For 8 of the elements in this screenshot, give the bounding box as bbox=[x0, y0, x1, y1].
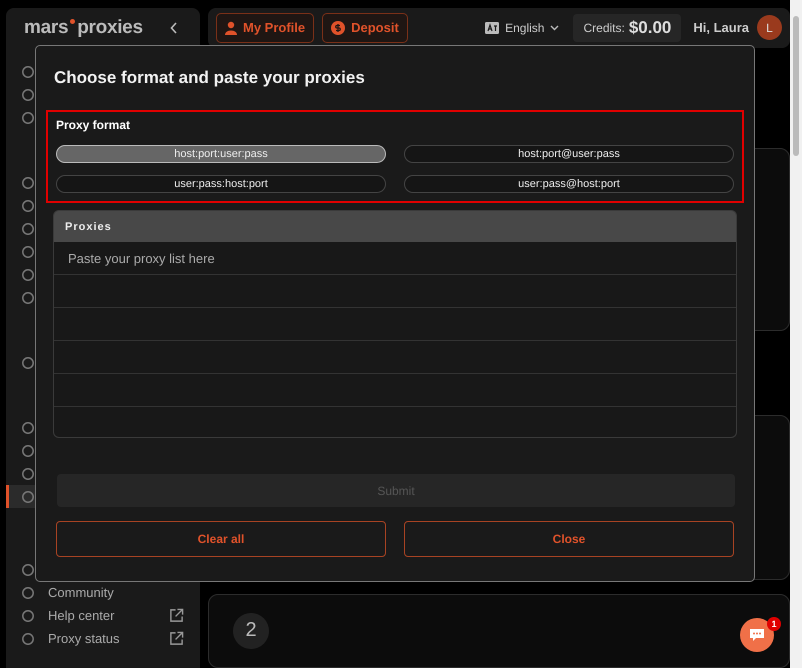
panel-header: Proxies bbox=[53, 210, 737, 242]
section-label: Proxy format bbox=[56, 118, 132, 132]
logo: mars proxies bbox=[24, 17, 143, 39]
greeting: Hi, Laura bbox=[693, 20, 749, 36]
credits-value: $0.00 bbox=[628, 18, 672, 38]
credits-label: Credits: bbox=[583, 20, 625, 35]
modal-title: Choose format and paste your proxies bbox=[54, 68, 366, 88]
step-number: 2 bbox=[233, 612, 269, 649]
